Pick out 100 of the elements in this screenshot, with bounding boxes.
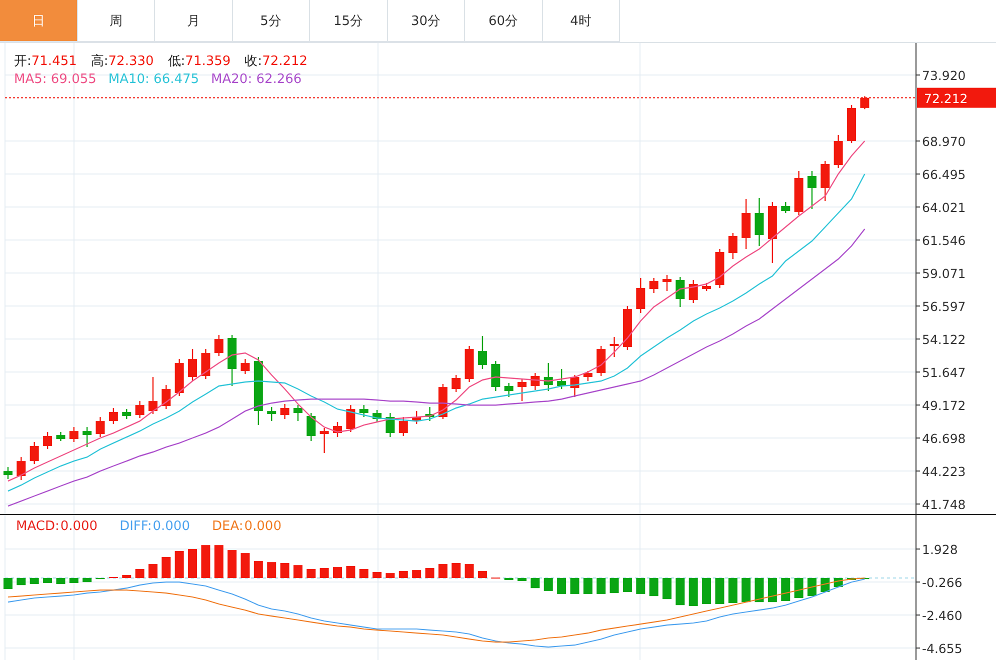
legend-label: 开: [14,54,32,69]
macd-bar [768,578,777,602]
candle [148,377,158,414]
macd-bar [662,578,672,600]
axis-label: 51.647 [922,365,966,380]
macd-bar [148,564,158,578]
candle [4,467,12,480]
legend-label: DIFF: [120,519,152,534]
legend-value: 72.330 [108,54,154,69]
macd-bar [781,578,790,602]
macd-bar [201,545,210,578]
legend-value: 0.000 [60,519,98,534]
candle [596,346,606,376]
candle [412,411,422,424]
candle [280,404,290,420]
axis-label: -4.655 [922,641,962,656]
macd-bar [386,573,395,578]
candle [728,233,738,260]
candle [359,405,368,418]
macd-bar [452,562,461,578]
axis-label: 64.021 [922,200,966,215]
macd-bar [636,578,646,594]
macd-bar [742,578,751,602]
candle [306,413,316,442]
candle [860,96,870,110]
candle [702,283,712,292]
candle [662,275,672,292]
macd-bar [596,578,606,594]
axis-label: -2.460 [922,608,962,624]
macd-bar [557,578,566,594]
macd-bar [4,578,12,589]
candle [398,417,408,436]
candle [135,401,144,418]
axis-label: 1.928 [922,542,958,558]
candle [293,405,302,422]
legend-label: 低: [168,54,186,69]
macd-bar [530,578,540,588]
macd-bar [69,578,78,583]
macd-bar [267,562,276,578]
candle [583,371,592,382]
candle [781,202,790,214]
axis-label: 59.071 [922,266,966,282]
candle [425,407,434,422]
candle [43,432,52,450]
candle [267,407,276,422]
macd-bar [254,561,263,578]
candle [69,427,78,442]
legend-value: 0.000 [244,519,282,534]
candle [320,428,329,454]
candle [754,198,764,246]
macd-bar [728,578,738,603]
axis-label: 46.698 [922,431,966,446]
candle [847,105,856,144]
macd-bar [228,550,237,578]
candle [188,349,198,382]
macd-bar [56,578,66,584]
axis-label: -0.266 [922,575,962,590]
macd-bar [807,578,816,596]
macd-bar [398,570,408,578]
axis-label: 44.223 [922,464,966,480]
candle [807,171,816,210]
macd-bar [702,578,712,604]
axis-label: 56.597 [922,299,966,314]
macd-bar [478,570,487,578]
macd-bar [649,578,658,596]
macd-bar [135,569,144,578]
axis-label: 66.495 [922,167,966,182]
axis-label: 41.748 [922,497,966,512]
candle [544,363,553,392]
macd-bar [122,575,132,578]
macd-bar [425,568,434,578]
macd-bar [610,578,619,594]
macd-bar [676,578,685,606]
candle [214,335,224,356]
candle [570,375,580,398]
ma-legend: MA20: 62.266 [211,72,302,87]
candle [346,405,356,432]
macd-bar [174,550,184,578]
candle [82,427,92,448]
axis-label: 54.122 [922,332,966,348]
macd-bar [372,572,382,578]
macd-bar [16,578,26,586]
candle [56,432,66,442]
candle [386,413,395,438]
legend-value: 72.212 [262,54,308,69]
candle [174,359,184,396]
candle [610,337,619,358]
macd-bar [162,556,171,578]
legend-value: 0.000 [152,519,190,534]
macd-bar [794,578,804,598]
candle [16,457,26,480]
macd-bar [359,569,368,578]
candle [518,379,527,402]
macd-bar [438,564,448,578]
legend-label: MACD: [16,519,60,534]
macd-bar [320,568,329,578]
legend-value: 71.451 [31,54,77,69]
candle [715,249,724,288]
macd-bar [188,549,198,578]
candle [742,199,751,250]
